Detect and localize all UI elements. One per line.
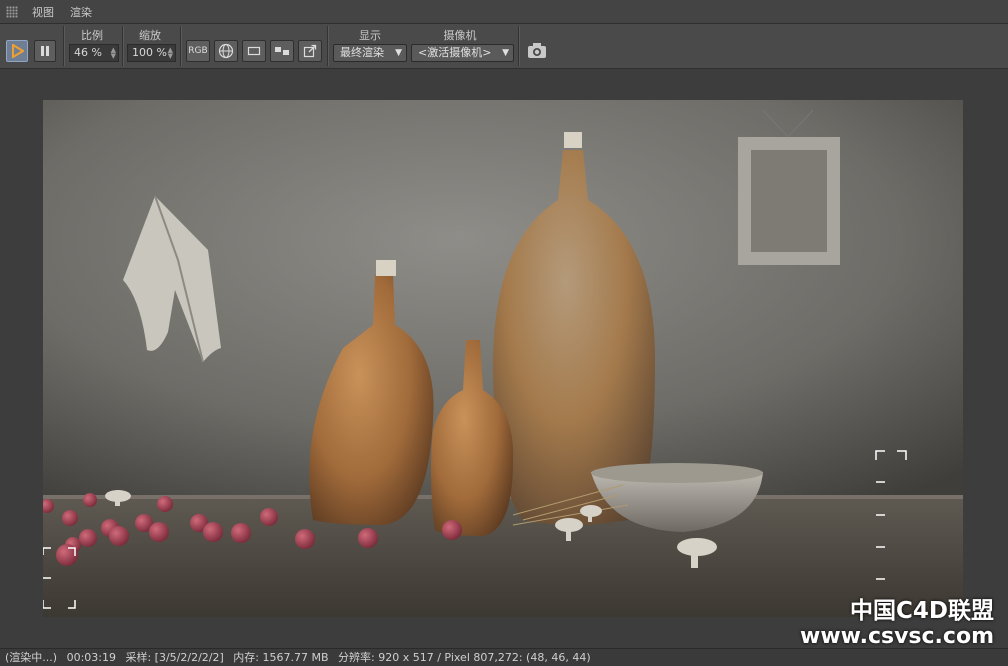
status-bar: (渲染中...) 00:03:19 采样: [3/5/2/2/2/2] 内存: …	[0, 648, 1008, 666]
ratio-field[interactable]: 46 % ▲ ▼	[69, 44, 119, 62]
separator	[180, 26, 182, 66]
chevron-down-icon: ▼	[502, 48, 509, 58]
menu-view[interactable]: 视图	[24, 4, 62, 20]
separator	[122, 26, 124, 66]
separator	[63, 26, 65, 66]
watermark-line1: 中国C4D联盟	[850, 598, 994, 624]
watermark-line2: www.csvsc.com	[800, 624, 994, 649]
spinner-icon[interactable]: ▲ ▼	[168, 47, 173, 60]
toolbar: 比例 46 % ▲ ▼ 缩放 100 % ▲ ▼ RGB 显示 最终渲染 ▼ 摄…	[0, 24, 1008, 69]
pause-icon	[41, 46, 49, 56]
compare-button[interactable]	[270, 40, 294, 62]
resolution-info: 分辨率: 920 x 517 / Pixel 807,272: (48, 46,…	[338, 651, 591, 664]
rgb-button[interactable]: RGB	[186, 40, 210, 62]
spinner-icon[interactable]: ▲ ▼	[111, 47, 116, 60]
play-icon	[12, 44, 24, 58]
render-viewport[interactable]	[0, 69, 1008, 647]
snapshot-button[interactable]	[526, 41, 548, 61]
zoom-label: 缩放	[139, 29, 161, 42]
camera-icon	[528, 43, 546, 58]
render-state: (渲染中...)	[5, 651, 58, 664]
export-icon	[303, 44, 317, 58]
display-dropdown[interactable]: 最终渲染 ▼	[333, 44, 407, 62]
display-value: 最终渲染	[340, 46, 384, 59]
ratio-label: 比例	[81, 29, 103, 42]
memory-info: 内存: 1567.77 MB	[233, 651, 329, 664]
watermark: 中国C4D联盟 www.csvsc.com	[800, 598, 994, 650]
compare-icon	[275, 47, 289, 55]
render-image	[43, 100, 963, 617]
separator	[518, 26, 520, 66]
frame-button[interactable]	[242, 40, 266, 62]
sample-info: 采样: [3/5/2/2/2/2]	[125, 651, 224, 664]
still-life-render	[43, 100, 963, 617]
render-time: 00:03:19	[66, 651, 116, 664]
menu-bar: 视图 渲染	[0, 0, 1008, 24]
zoom-field[interactable]: 100 % ▲ ▼	[127, 44, 176, 62]
globe-button[interactable]	[214, 40, 238, 62]
camera-value: <激活摄像机>	[418, 46, 492, 59]
zoom-value: 100 %	[132, 46, 167, 59]
display-label: 显示	[359, 29, 381, 42]
play-button[interactable]	[6, 40, 28, 62]
camera-dropdown[interactable]: <激活摄像机> ▼	[411, 44, 514, 62]
chevron-down-icon: ▼	[395, 48, 402, 58]
grip-icon[interactable]	[6, 5, 18, 18]
camera-label: 摄像机	[443, 29, 477, 42]
menu-render[interactable]: 渲染	[62, 4, 100, 20]
globe-icon	[218, 43, 234, 59]
pause-button[interactable]	[34, 40, 56, 62]
export-button[interactable]	[298, 40, 322, 62]
frame-icon	[247, 46, 261, 56]
ratio-value: 46 %	[74, 46, 102, 59]
separator	[327, 26, 329, 66]
